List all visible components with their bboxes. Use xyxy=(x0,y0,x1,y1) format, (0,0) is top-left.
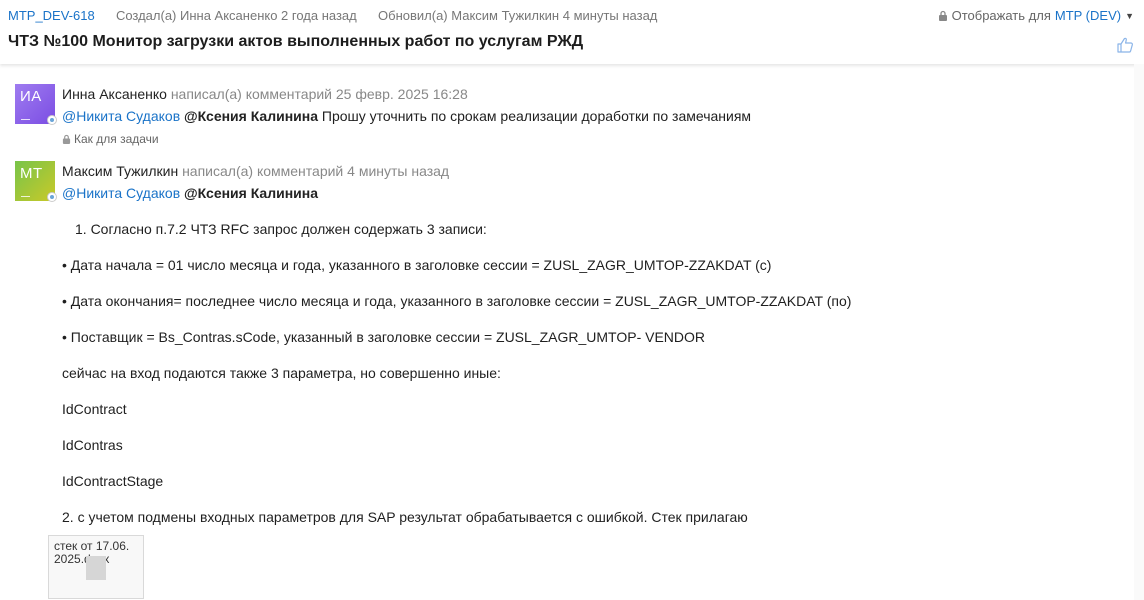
visibility-project: MTP (DEV) xyxy=(1054,8,1122,23)
avatar-initials: МТ xyxy=(20,165,43,182)
mention-link[interactable]: @Ксения Калинина xyxy=(184,185,318,201)
comment-action: написал(а) комментарий 4 минуты назад xyxy=(182,163,450,179)
chevron-down-icon: ▼ xyxy=(1125,10,1134,21)
comment-paragraph: IdContractStage xyxy=(62,473,164,489)
issue-header: MTP_DEV-618 Создал(а) Инна Аксаненко 2 г… xyxy=(0,0,1144,64)
avatar-dash xyxy=(21,196,30,197)
visibility-selector[interactable]: Отображать для MTP (DEV) ▼ xyxy=(938,8,1134,23)
attachment-thumbnail[interactable]: стек от 17.06. 2025.docx xyxy=(48,535,144,599)
comment-author[interactable]: Максим Тужилкин xyxy=(62,163,178,179)
avatar-initials: ИА xyxy=(20,88,42,105)
comment-paragraph: IdContras xyxy=(62,437,123,453)
mention-link[interactable]: @Никита Судаков xyxy=(62,108,180,124)
comment-author[interactable]: Инна Аксаненко xyxy=(62,86,167,102)
comment-paragraph: IdContract xyxy=(62,401,127,417)
comment-header: Максим Тужилкин написал(а) комментарий 4… xyxy=(62,163,449,179)
scrollbar[interactable] xyxy=(1134,64,1144,600)
avatar[interactable]: ИА xyxy=(15,84,57,125)
comment-paragraph: 1. Согласно п.7.2 ЧТЗ RFC запрос должен … xyxy=(75,221,487,237)
issue-key-link[interactable]: MTP_DEV-618 xyxy=(8,8,95,23)
mention-link[interactable]: @Ксения Калинина xyxy=(184,108,318,124)
updated-info: Обновил(а) Максим Тужилкин 4 минуты наза… xyxy=(378,8,658,23)
comment-paragraph: • Дата окончания= последнее число месяца… xyxy=(62,293,852,309)
created-info: Создал(а) Инна Аксаненко 2 года назад xyxy=(115,8,357,23)
mention-link[interactable]: @Никита Судаков xyxy=(62,185,180,201)
comment-paragraph: сейчас на вход подаются также 3 параметр… xyxy=(62,365,501,381)
restriction-label: Как для задачи xyxy=(74,132,159,146)
comment-action: написал(а) комментарий 25 февр. 2025 16:… xyxy=(170,86,468,102)
file-thumbnail-icon xyxy=(86,556,106,580)
visibility-label: Отображать для xyxy=(951,8,1051,23)
lock-icon xyxy=(938,10,947,21)
avatar-badge-icon xyxy=(47,115,57,125)
avatar-badge-icon xyxy=(47,192,57,202)
avatar[interactable]: МТ xyxy=(15,161,57,202)
comment-header: Инна Аксаненко написал(а) комментарий 25… xyxy=(62,86,468,102)
lock-icon xyxy=(62,134,71,144)
comment-text: @Никита Судаков @Ксения Калинина Прошу у… xyxy=(62,108,751,124)
page-title: ЧТЗ №100 Монитор загрузки актов выполнен… xyxy=(8,33,584,50)
comment-paragraph: • Поставщик = Bs_Contras.sCode, указанны… xyxy=(62,329,706,345)
comment-paragraph: 2. с учетом подмены входных параметров д… xyxy=(62,509,748,525)
issue-meta: MTP_DEV-618 Создал(а) Инна Аксаненко 2 г… xyxy=(8,8,657,23)
comment-mentions: @Никита Судаков @Ксения Калинина xyxy=(62,185,318,201)
avatar-dash xyxy=(21,119,30,120)
comment-restriction: Как для задачи xyxy=(62,132,159,146)
comment-message: Прошу уточнить по срокам реализации дора… xyxy=(321,108,752,124)
comment-paragraph: • Дата начала = 01 число месяца и года, … xyxy=(62,257,772,273)
thumbs-up-icon[interactable] xyxy=(1116,36,1134,54)
